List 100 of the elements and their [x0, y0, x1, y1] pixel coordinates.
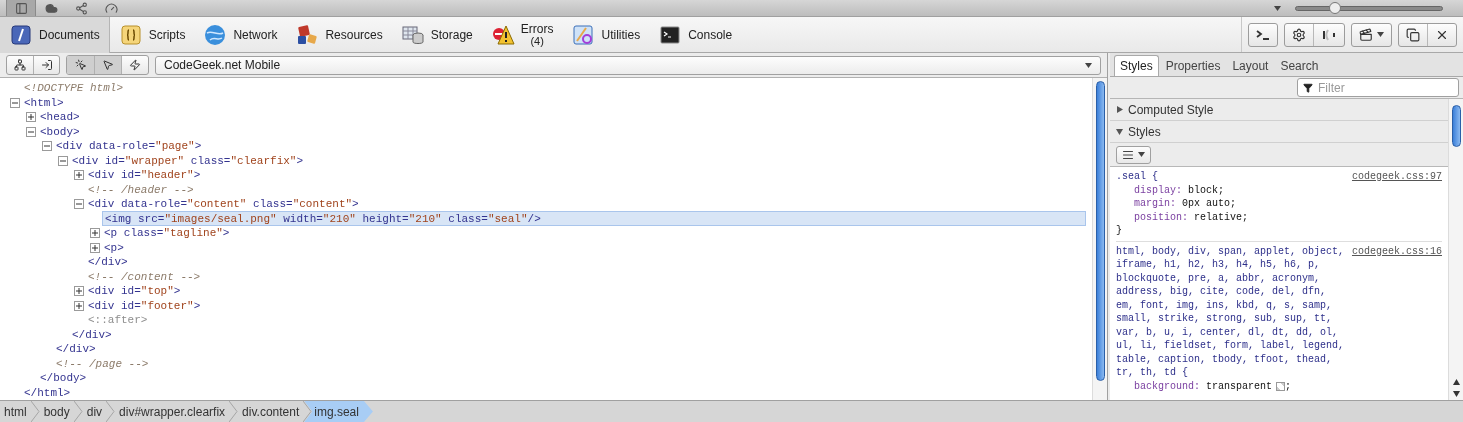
tag-text: <div id="header">: [88, 168, 201, 183]
comment-text: <!-- /content -->: [88, 269, 201, 285]
css-property: margin:: [1134, 197, 1176, 211]
toolbar-tab[interactable]: Console: [649, 16, 742, 53]
sidebar-tab[interactable]: Search: [1275, 55, 1324, 76]
dom-node-row[interactable]: <p class="tagline">: [104, 225, 1086, 241]
tag-text: <div data-role="page">: [56, 139, 202, 154]
breadcrumb-item[interactable]: img.seal: [304, 401, 373, 422]
expand-toggle[interactable]: [90, 242, 100, 253]
dom-node-row[interactable]: <div id="footer">: [88, 298, 1086, 314]
filter-field[interactable]: Filter: [1297, 78, 1459, 97]
globe-icon: [203, 22, 228, 47]
toolbar-tab[interactable]: Network: [194, 16, 287, 53]
expand-toggle[interactable]: [26, 112, 36, 123]
collapse-toggle[interactable]: [10, 97, 20, 108]
tag-text: <div id="footer">: [88, 298, 201, 314]
cloud-icon: [44, 1, 58, 15]
dom-node-row[interactable]: <body>: [40, 124, 1086, 140]
style-options-button[interactable]: [1116, 145, 1151, 164]
dom-node-row[interactable]: <head>: [40, 109, 1086, 125]
toolbar-tab[interactable]: Scripts: [109, 16, 195, 53]
tag-text: <html>: [24, 95, 64, 111]
sidebar-tab[interactable]: Layout: [1227, 55, 1274, 76]
section-header[interactable]: Computed Style: [1110, 99, 1448, 121]
breadcrumb-item[interactable]: body: [39, 401, 74, 422]
breadcrumb-item[interactable]: div: [82, 401, 107, 422]
shapes-icon: [295, 22, 320, 47]
scroll-down-icon[interactable]: [1452, 391, 1460, 397]
dom-node-row[interactable]: <div id="top">: [88, 283, 1086, 299]
mode-button[interactable]: [94, 56, 121, 74]
dom-node-row[interactable]: <div id="header">: [88, 167, 1086, 183]
tag-text: <div id="top">: [88, 284, 181, 299]
document-icon: [9, 22, 33, 47]
dom-node-row[interactable]: <div id="wrapper" class="clearfix">: [72, 153, 1086, 169]
expand-toggle[interactable]: [90, 228, 100, 239]
arrow-box-icon: [40, 59, 53, 71]
expand-toggle[interactable]: [74, 170, 84, 181]
sidebar-tab[interactable]: Properties: [1160, 55, 1226, 76]
scrollbar-thumb[interactable]: [1095, 81, 1105, 381]
pointer-click-icon: [74, 59, 87, 71]
toolbar-tab[interactable]: Resources: [286, 16, 392, 53]
source-link[interactable]: codegeek.css:97: [1352, 170, 1442, 184]
css-property: position:: [1134, 210, 1188, 224]
section-header[interactable]: Styles: [1110, 121, 1448, 143]
collapse-toggle[interactable]: [74, 199, 84, 210]
clapperboard-icon: [1359, 27, 1373, 42]
toolbar-tab[interactable]: Errors (4): [481, 16, 563, 53]
collapse-toggle[interactable]: [42, 141, 52, 152]
closing-tag-text: </div>: [72, 327, 112, 343]
list-icon: [1122, 148, 1134, 161]
dom-node-row[interactable]: <!-- /content -->: [88, 269, 1086, 285]
dom-node-row[interactable]: <img src="images/seal.png" width="210" height="210" class="seal"/>: [102, 211, 1086, 227]
pseudo-element-text: <::after>: [88, 313, 148, 328]
breadcrumb-item[interactable]: div.content: [238, 401, 304, 422]
dom-node-row[interactable]: <!-- /page -->: [56, 356, 1086, 372]
toolbar-tab[interactable]: Utilities: [562, 16, 650, 53]
scroll-up-icon[interactable]: [1452, 379, 1460, 385]
source-link[interactable]: codegeek.css:16: [1352, 244, 1442, 258]
breadcrumb-item[interactable]: html: [0, 401, 31, 422]
prompt-icon: [1256, 28, 1270, 41]
breadcrumb-item[interactable]: div#wrapper.clearfix: [115, 401, 230, 422]
css-semicolon: ;: [1285, 379, 1292, 393]
slider-thumb[interactable]: [1329, 1, 1342, 14]
dom-node-row[interactable]: <p>: [104, 240, 1086, 256]
lightning-icon: [129, 59, 141, 71]
page-select[interactable]: CodeGeek.net Mobile: [155, 55, 1101, 75]
top-bar-button[interactable]: [6, 0, 36, 16]
tools-icon: [571, 22, 596, 47]
closing-tag-text: </html>: [24, 385, 71, 400]
dom-node-row[interactable]: <html>: [24, 95, 1086, 111]
share-icon: [74, 1, 88, 15]
tag-text: <div data-role="content" class="content">: [88, 197, 359, 212]
comment-text: <!-- /page -->: [56, 356, 149, 372]
dock-icon: [14, 1, 28, 15]
dom-node-row[interactable]: <!DOCTYPE html>: [24, 80, 1086, 96]
expand-toggle[interactable]: [74, 300, 84, 311]
scrollbar-thumb[interactable]: [1451, 105, 1461, 147]
collapse-toggle[interactable]: [26, 126, 36, 137]
menu-caret-icon: [1274, 5, 1281, 11]
tag-text: <body>: [40, 124, 80, 140]
tag-text: <div id="wrapper" class="clearfix">: [72, 153, 304, 169]
css-selector: html, body, div, span, applet, object, iframe, h1, h2, h3, h4, h5, h6, p, blockquote, pre, a, abbr, acronym, address, big, cite, code, del, dfn, em, font, img, ins, kbd, q, s, samp, small, strike, strong, sub, sup, tt, var, b, u, i, center, dl, dt, dd, ol, ul, li, fieldset, form, label, legend, table, caption, tbody, tfoot, thead, tr, th, td {: [1116, 244, 1346, 380]
closing-tag-text: </body>: [40, 371, 87, 386]
dom-node-row[interactable]: <div data-role="content" class="content">: [88, 196, 1086, 212]
pointer-icon: [102, 59, 114, 71]
closing-brace: }: [1116, 224, 1123, 238]
css-value: relative;: [1194, 210, 1249, 224]
toolbar-tab[interactable]: Storage: [391, 16, 482, 53]
zoom-slider[interactable]: [1295, 5, 1443, 11]
toolbar-tab[interactable]: Documents: [0, 16, 110, 53]
hierarchy-icon: [14, 59, 26, 71]
collapse-toggle[interactable]: [58, 155, 68, 166]
split-toggle-icon: [1321, 28, 1337, 41]
tag-text: <p>: [104, 240, 124, 256]
sidebar-tab[interactable]: Styles: [1114, 55, 1159, 76]
dom-node-row[interactable]: <div data-role="page">: [56, 138, 1086, 154]
mode-button[interactable]: [67, 56, 94, 74]
dom-node-row[interactable]: <!-- /header -->: [88, 182, 1086, 198]
expand-toggle[interactable]: [74, 286, 84, 297]
css-value: block;: [1188, 183, 1225, 197]
